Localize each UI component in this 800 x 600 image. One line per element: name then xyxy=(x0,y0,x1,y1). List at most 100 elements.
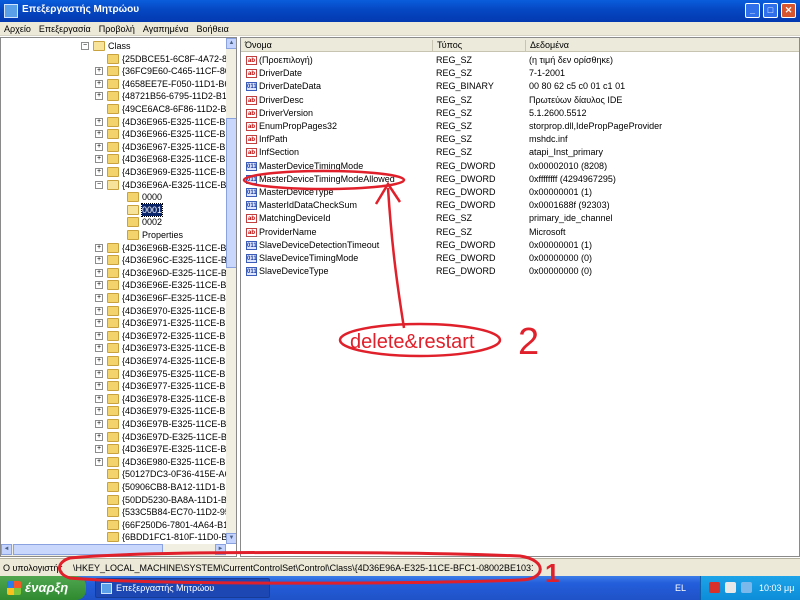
tree-node-label[interactable]: {66F250D6-7801-4A64-B1 xyxy=(122,519,226,531)
expand-icon[interactable]: + xyxy=(95,294,103,302)
expand-icon[interactable]: + xyxy=(95,268,103,277)
tree-node-label[interactable]: {49CE6AC8-6F86-11D2-B1 xyxy=(122,103,226,115)
expand-icon[interactable]: + xyxy=(95,407,103,416)
expand-icon[interactable]: + xyxy=(95,79,103,88)
tree-node-label[interactable]: {48721B56-6795-11D2-B1 xyxy=(122,90,226,102)
value-row[interactable]: ab DriverDate REG_SZ 7-1-2001 xyxy=(241,67,799,80)
tree-node-label[interactable]: {4D36E978-E325-11CE-BF xyxy=(122,393,226,405)
value-row[interactable]: 011 MasterIdDataCheckSum REG_DWORD 0x000168… xyxy=(241,199,799,212)
tree-node-label[interactable]: {4D36E97D-E325-11CE-BF xyxy=(122,431,226,443)
expand-icon[interactable]: + xyxy=(95,168,103,176)
tree-node-label[interactable]: {6BDD1FC1-810F-11D0-BE xyxy=(122,531,226,543)
value-row[interactable]: 011 MasterDeviceType REG_DWORD 0x00000001 (… xyxy=(241,186,799,199)
expand-icon[interactable]: + xyxy=(95,445,103,454)
tree-node-label[interactable]: {4D36E973-E325-11CE-BF xyxy=(122,342,226,354)
value-row[interactable]: ab InfPath REG_SZ mshdc.inf xyxy=(241,133,799,146)
expand-icon[interactable]: + xyxy=(95,344,103,353)
expand-icon[interactable]: + xyxy=(95,420,103,428)
tree-node-label[interactable]: {4D36E977-E325-11CE-BF xyxy=(122,380,226,392)
scroll-up-arrow-icon[interactable]: ▲ xyxy=(226,38,236,49)
value-row[interactable]: ab InfSection REG_SZ atapi_Inst_primary xyxy=(241,146,799,159)
security-alert-icon[interactable] xyxy=(709,582,720,593)
value-row[interactable]: ab MatchingDeviceId REG_SZ primary_ide_chan… xyxy=(241,212,799,225)
menu-favorites[interactable]: Αγαπημένα xyxy=(139,22,193,36)
column-header-data[interactable]: Δεδομένα xyxy=(525,40,569,52)
expand-icon[interactable]: + xyxy=(95,243,103,252)
tree-node-label[interactable]: 0001 xyxy=(140,202,164,217)
tree-node-label[interactable]: {4D36E96C-E325-11CE-BF xyxy=(122,254,226,266)
expand-icon[interactable]: + xyxy=(95,432,103,441)
taskbar-item-registry-editor[interactable]: Επεξεργαστής Μητρώου xyxy=(95,578,270,598)
tree-node-label[interactable]: Class xyxy=(108,40,131,52)
tree-vertical-scrollbar[interactable]: ▲ ▼ xyxy=(226,38,236,544)
menu-file[interactable]: Αρχείο xyxy=(0,22,35,36)
tree-node-label[interactable]: {4D36E974-E325-11CE-BF xyxy=(122,355,226,367)
network-icon[interactable] xyxy=(741,582,752,593)
expand-icon[interactable]: + xyxy=(95,331,103,340)
expand-icon[interactable]: + xyxy=(95,142,103,151)
tree-node-label[interactable]: {4D36E971-E325-11CE-BF xyxy=(122,317,226,329)
expand-icon[interactable]: + xyxy=(95,306,103,315)
collapse-icon[interactable]: − xyxy=(81,42,89,50)
tree-node-label[interactable]: {36FC9E60-C465-11CF-80 xyxy=(122,65,226,77)
tree-node-label[interactable]: 0002 xyxy=(142,216,162,228)
tree-node-label[interactable]: Properties xyxy=(142,229,183,241)
tree-node-label[interactable]: {4D36E96B-E325-11CE-BF xyxy=(122,242,226,254)
registry-tree-pane[interactable]: − Class {25DBCE51-6C8F-4A72-8A + {36FC9E60-C… xyxy=(0,37,237,557)
tree-node-label[interactable]: {4658EE7E-F050-11D1-B6 xyxy=(122,78,226,90)
maximize-button[interactable]: □ xyxy=(763,3,778,18)
menu-help[interactable]: Βοήθεια xyxy=(193,22,233,36)
scroll-down-arrow-icon[interactable]: ▼ xyxy=(226,533,236,544)
menu-view[interactable]: Προβολή xyxy=(95,22,139,36)
value-row[interactable]: 011 SlaveDeviceDetectionTimeout REG_DWORD 0… xyxy=(241,239,799,252)
tree-node-label[interactable]: {4D36E968-E325-11CE-BF xyxy=(122,153,226,165)
tree-horizontal-scroll-thumb[interactable] xyxy=(13,544,163,555)
volume-icon[interactable] xyxy=(725,582,736,593)
value-row[interactable]: 011 MasterDeviceTimingMode REG_DWORD 0x0000… xyxy=(241,160,799,173)
value-row[interactable]: 011 SlaveDeviceType REG_DWORD 0x00000000 (0… xyxy=(241,265,799,278)
column-header-name[interactable]: Όνομα xyxy=(241,40,272,52)
expand-icon[interactable]: + xyxy=(95,382,103,391)
expand-icon[interactable]: + xyxy=(95,457,103,466)
tree-node-label[interactable]: {4D36E967-E325-11CE-BF xyxy=(122,141,226,153)
tree-node-label[interactable]: {4D36E980-E325-11CE-BF xyxy=(122,456,226,468)
start-button[interactable]: έναρξη xyxy=(0,576,86,600)
scroll-left-arrow-icon[interactable]: ◄ xyxy=(1,544,12,555)
value-row[interactable]: 011 MasterDeviceTimingModeAllowed REG_DWOR… xyxy=(241,173,799,186)
expand-icon[interactable]: + xyxy=(95,281,103,290)
collapse-icon[interactable]: − xyxy=(95,180,103,189)
expand-icon[interactable]: + xyxy=(95,319,103,328)
registry-values-pane[interactable]: Όνομα Τύπος Δεδομένα ab (Προεπιλογή) REG_S… xyxy=(240,37,800,557)
title-bar[interactable]: Επεξεργαστής Μητρώου _ □ ✕ xyxy=(0,0,800,22)
tree-node-label[interactable]: {4D36E966-E325-11CE-BF xyxy=(122,128,226,140)
tree-node-label[interactable]: {4D36E975-E325-11CE-BF xyxy=(122,368,226,380)
tree-node-label[interactable]: {4D36E96A-E325-11CE-BF xyxy=(122,179,226,191)
tree-node-label[interactable]: {50127DC3-0F36-415E-A6 xyxy=(122,468,226,480)
tree-node-label[interactable]: {4D36E972-E325-11CE-BF xyxy=(122,330,226,342)
expand-icon[interactable]: + xyxy=(95,256,103,265)
tree-node-label[interactable]: {4D36E96E-E325-11CE-BF xyxy=(122,279,226,291)
tree-node-label[interactable]: 0000 xyxy=(142,191,162,203)
value-row[interactable]: ab DriverDesc REG_SZ Πρωτεύων δίαυλος IDE xyxy=(241,94,799,107)
clock[interactable]: 10:03 μμ xyxy=(759,576,794,600)
column-header-type[interactable]: Τύπος xyxy=(432,40,462,52)
expand-icon[interactable]: + xyxy=(95,357,103,365)
tree-node-label[interactable]: {4D36E965-E325-11CE-BF xyxy=(122,116,226,128)
close-button[interactable]: ✕ xyxy=(781,3,796,18)
tree-node-label[interactable]: {4D36E969-E325-11CE-BF xyxy=(122,166,226,178)
expand-icon[interactable]: + xyxy=(95,130,103,139)
value-row[interactable]: 011 SlaveDeviceTimingMode REG_DWORD 0x00000… xyxy=(241,252,799,265)
tree-node-label[interactable]: {533C5B84-EC70-11D2-95 xyxy=(122,506,226,518)
tree-node-label[interactable]: {50DD5230-BA8A-11D1-BF xyxy=(122,494,226,506)
tree-node-label[interactable]: {4D36E96D-E325-11CE-BF xyxy=(122,267,226,279)
expand-icon[interactable]: + xyxy=(95,92,103,101)
tree-horizontal-scrollbar[interactable]: ◄ ► xyxy=(1,544,226,556)
tree-node-label[interactable]: {25DBCE51-6C8F-4A72-8A xyxy=(122,53,226,65)
scroll-right-arrow-icon[interactable]: ► xyxy=(215,544,226,555)
value-row[interactable]: ab DriverVersion REG_SZ 5.1.2600.5512 xyxy=(241,107,799,120)
tree-vertical-scroll-thumb[interactable] xyxy=(226,118,236,268)
value-row[interactable]: ab (Προεπιλογή) REG_SZ (η τιμή δεν ορίσθηκε… xyxy=(241,54,799,67)
menu-edit[interactable]: Επεξεργασία xyxy=(35,22,95,36)
tree-node-label[interactable]: {4D36E970-E325-11CE-BF xyxy=(122,305,226,317)
tree-node-label[interactable]: {4D36E979-E325-11CE-BF xyxy=(122,405,226,417)
